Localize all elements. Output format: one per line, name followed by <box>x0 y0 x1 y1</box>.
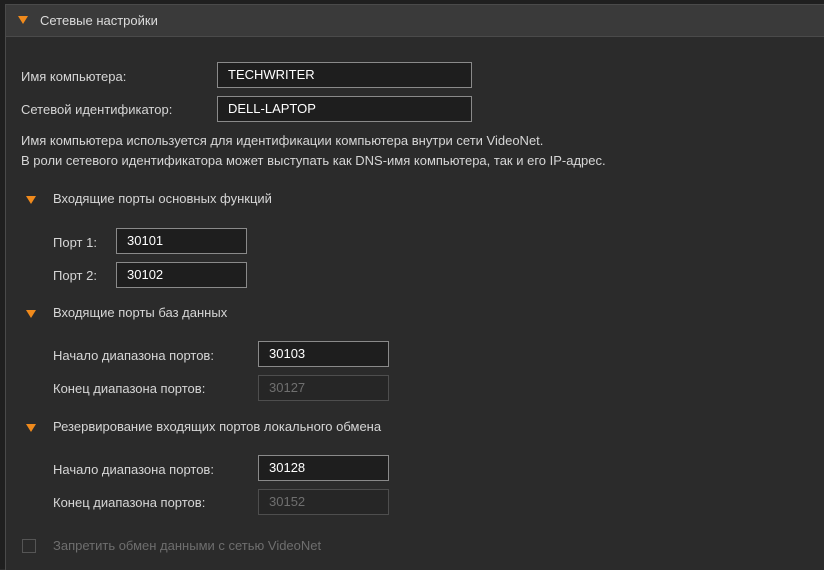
db-range-start-label: Начало диапазона портов: <box>53 348 214 363</box>
computer-name-label: Имя компьютера: <box>21 69 127 84</box>
local-range-end-field: 30152 <box>258 489 389 515</box>
db-range-start-field[interactable]: 30103 <box>258 341 389 367</box>
port1-label: Порт 1: <box>53 235 97 250</box>
db-ports-collapse-icon[interactable] <box>26 310 36 318</box>
computer-name-field[interactable]: TECHWRITER <box>217 62 472 88</box>
description-line-1: Имя компьютера используется для идентифи… <box>21 133 544 148</box>
main-ports-section-title[interactable]: Входящие порты основных функций <box>53 191 272 206</box>
panel-title: Сетевые настройки <box>40 13 158 28</box>
db-range-end-label: Конец диапазона портов: <box>53 381 206 396</box>
local-range-start-label: Начало диапазона портов: <box>53 462 214 477</box>
port1-field[interactable]: 30101 <box>116 228 247 254</box>
description-line-2: В роли сетевого идентификатора может выс… <box>21 153 606 168</box>
network-id-field[interactable]: DELL-LAPTOP <box>217 96 472 122</box>
collapse-triangle-icon[interactable] <box>18 16 28 24</box>
network-id-label: Сетевой идентификатор: <box>21 102 173 117</box>
db-ports-section-title[interactable]: Входящие порты баз данных <box>53 305 227 320</box>
port2-field[interactable]: 30102 <box>116 262 247 288</box>
local-ports-section-title[interactable]: Резервирование входящих портов локальног… <box>53 419 381 434</box>
db-range-end-field: 30127 <box>258 375 389 401</box>
panel-header[interactable]: Сетевые настройки <box>6 5 824 37</box>
disable-videonet-label[interactable]: Запретить обмен данными с сетью VideoNet <box>53 538 321 553</box>
window-frame: Сетевые настройки Имя компьютера: TECHWR… <box>0 0 824 570</box>
port2-label: Порт 2: <box>53 268 97 283</box>
local-ports-collapse-icon[interactable] <box>26 424 36 432</box>
disable-videonet-checkbox[interactable] <box>22 539 36 553</box>
main-ports-collapse-icon[interactable] <box>26 196 36 204</box>
local-range-start-field[interactable]: 30128 <box>258 455 389 481</box>
local-range-end-label: Конец диапазона портов: <box>53 495 206 510</box>
